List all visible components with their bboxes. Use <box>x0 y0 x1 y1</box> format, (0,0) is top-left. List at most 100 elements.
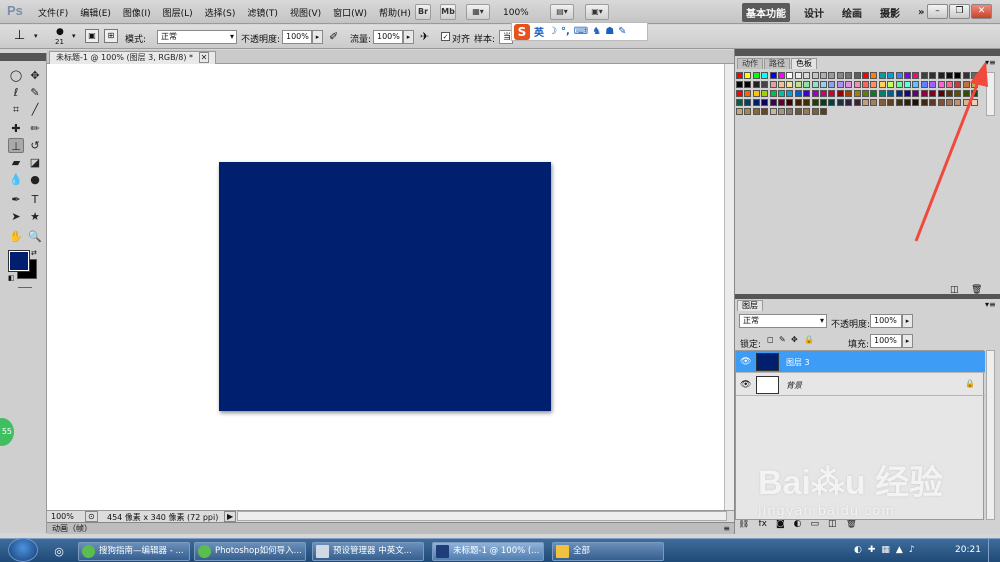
wrench-icon[interactable]: ✎ <box>618 26 626 37</box>
color-swatch[interactable] <box>761 81 769 88</box>
tools-panel-header[interactable] <box>0 53 46 61</box>
blend-mode-select[interactable]: 正常 ▾ <box>739 314 827 328</box>
color-swatch[interactable] <box>794 72 802 79</box>
color-swatch[interactable] <box>794 108 802 115</box>
workspace-painting[interactable]: 绘画 <box>838 3 866 22</box>
color-swatch[interactable] <box>836 72 844 79</box>
layers-scrollbar[interactable] <box>986 350 995 520</box>
fill-input[interactable]: 100% <box>870 334 902 348</box>
color-swatch[interactable] <box>778 72 785 79</box>
lasso-tool-icon[interactable]: ℓ <box>8 85 24 100</box>
color-swatch[interactable] <box>820 81 827 88</box>
taskbar-clock[interactable]: 20:21 <box>955 545 981 555</box>
color-swatch[interactable] <box>853 72 861 79</box>
taskbar-item[interactable]: 搜狗指南—编辑器 - ... <box>78 542 190 561</box>
shirt-icon[interactable]: ☗ <box>605 26 614 37</box>
color-swatch[interactable] <box>744 108 752 115</box>
color-swatch[interactable] <box>769 72 777 79</box>
tray-icon[interactable]: ▲ <box>896 545 903 555</box>
color-swatch[interactable] <box>836 90 844 97</box>
document-tab[interactable]: 未标题-1 @ 100% (图层 3, RGB/8) * ✕ <box>49 51 217 64</box>
color-swatch[interactable] <box>769 108 777 115</box>
tray-icon[interactable]: ◐ <box>854 545 862 555</box>
color-swatch[interactable] <box>845 81 853 88</box>
pen-tool-icon[interactable]: ✒ <box>8 192 24 207</box>
pinned-app-icon[interactable]: ◎ <box>48 542 70 561</box>
color-swatch[interactable] <box>752 90 760 97</box>
type-tool-icon[interactable]: T <box>27 192 43 207</box>
moon-icon[interactable]: ☽ <box>548 26 557 37</box>
tool-preset-dropdown[interactable]: ▾ <box>34 32 38 40</box>
brush-tool-icon[interactable]: ✏ <box>27 121 43 136</box>
color-swatch[interactable] <box>786 90 794 97</box>
status-zoom[interactable]: 100% <box>51 512 74 521</box>
eyedropper-tool-icon[interactable]: ╱ <box>27 102 43 117</box>
move-tool-icon[interactable]: ✥ <box>27 68 43 83</box>
color-swatch[interactable] <box>803 81 811 88</box>
color-swatch[interactable] <box>836 81 844 88</box>
color-swatch[interactable] <box>786 81 794 88</box>
lock-transparent-icon[interactable]: ◻ <box>767 335 774 344</box>
color-swatch[interactable] <box>828 90 836 97</box>
status-icon[interactable]: ⊙ <box>85 511 98 522</box>
color-swatch[interactable] <box>786 99 794 106</box>
start-button[interactable] <box>8 538 38 562</box>
menu-help[interactable]: 帮助(H) <box>379 6 411 19</box>
default-colors-icon[interactable]: ◧ <box>8 274 15 282</box>
menu-edit[interactable]: 编辑(E) <box>80 6 111 19</box>
color-swatch[interactable] <box>744 90 752 97</box>
aligned-checkbox[interactable]: ✓ <box>441 32 450 41</box>
color-swatch[interactable] <box>811 72 819 79</box>
show-desktop-button[interactable] <box>988 539 1000 562</box>
color-swatch[interactable] <box>870 99 878 106</box>
color-swatch[interactable] <box>887 99 895 106</box>
color-swatch[interactable] <box>794 81 802 88</box>
brush-picker-dropdown[interactable]: ▾ <box>72 32 76 40</box>
color-swatch[interactable] <box>794 99 802 106</box>
color-swatch[interactable] <box>778 108 785 115</box>
toggle-brush-panel-icon[interactable]: ▣ <box>85 29 99 43</box>
color-swatch[interactable] <box>887 72 895 79</box>
document-canvas[interactable] <box>219 162 551 411</box>
color-swatch[interactable] <box>878 99 886 106</box>
color-swatch[interactable] <box>836 99 844 106</box>
color-swatch[interactable] <box>862 81 869 88</box>
color-swatch[interactable] <box>778 99 785 106</box>
lock-position-icon[interactable]: ✥ <box>791 335 798 344</box>
taskbar-item[interactable]: Photoshop如何导入... <box>194 542 306 561</box>
color-swatch[interactable] <box>761 90 769 97</box>
color-swatch[interactable] <box>736 108 743 115</box>
menu-layer[interactable]: 图层(L) <box>163 6 193 19</box>
opacity-slider-button[interactable]: ▸ <box>312 30 323 44</box>
extras-button[interactable]: ▦▾ <box>466 4 490 20</box>
flow-slider-button[interactable]: ▸ <box>403 30 414 44</box>
color-swatch[interactable] <box>878 81 886 88</box>
dock-divider[interactable] <box>735 294 1000 299</box>
color-swatch[interactable] <box>820 99 827 106</box>
color-swatch[interactable] <box>845 90 853 97</box>
color-swatch[interactable] <box>828 99 836 106</box>
color-swatch[interactable] <box>820 108 827 115</box>
quick-select-tool-icon[interactable]: ✎ <box>27 85 43 100</box>
color-swatch[interactable] <box>878 72 886 79</box>
menu-view[interactable]: 视图(V) <box>290 6 321 19</box>
color-swatch[interactable] <box>803 72 811 79</box>
pressure-opacity-icon[interactable]: ✐ <box>329 30 338 43</box>
color-swatch[interactable] <box>820 90 827 97</box>
taskbar-item[interactable]: 全部 <box>552 542 664 561</box>
color-swatch[interactable] <box>744 72 752 79</box>
sogou-logo[interactable]: S <box>514 23 530 40</box>
close-tab-icon[interactable]: ✕ <box>198 52 210 63</box>
color-swatch[interactable] <box>862 72 869 79</box>
color-swatch[interactable] <box>887 90 895 97</box>
arrange-documents-button[interactable]: ▤▾ <box>550 4 574 20</box>
color-swatch[interactable] <box>803 90 811 97</box>
link-layers-icon[interactable]: ⛓ <box>738 519 749 529</box>
punctuation-icon[interactable]: °, <box>561 26 570 37</box>
tab-actions[interactable]: 动作 <box>737 58 763 69</box>
color-swatch[interactable] <box>744 99 752 106</box>
crop-tool-icon[interactable]: ⌗ <box>8 102 24 117</box>
shape-tool-icon[interactable]: ★ <box>27 209 43 224</box>
color-swatch[interactable] <box>786 108 794 115</box>
zoom-tool-icon[interactable]: 🔍 <box>27 229 43 244</box>
